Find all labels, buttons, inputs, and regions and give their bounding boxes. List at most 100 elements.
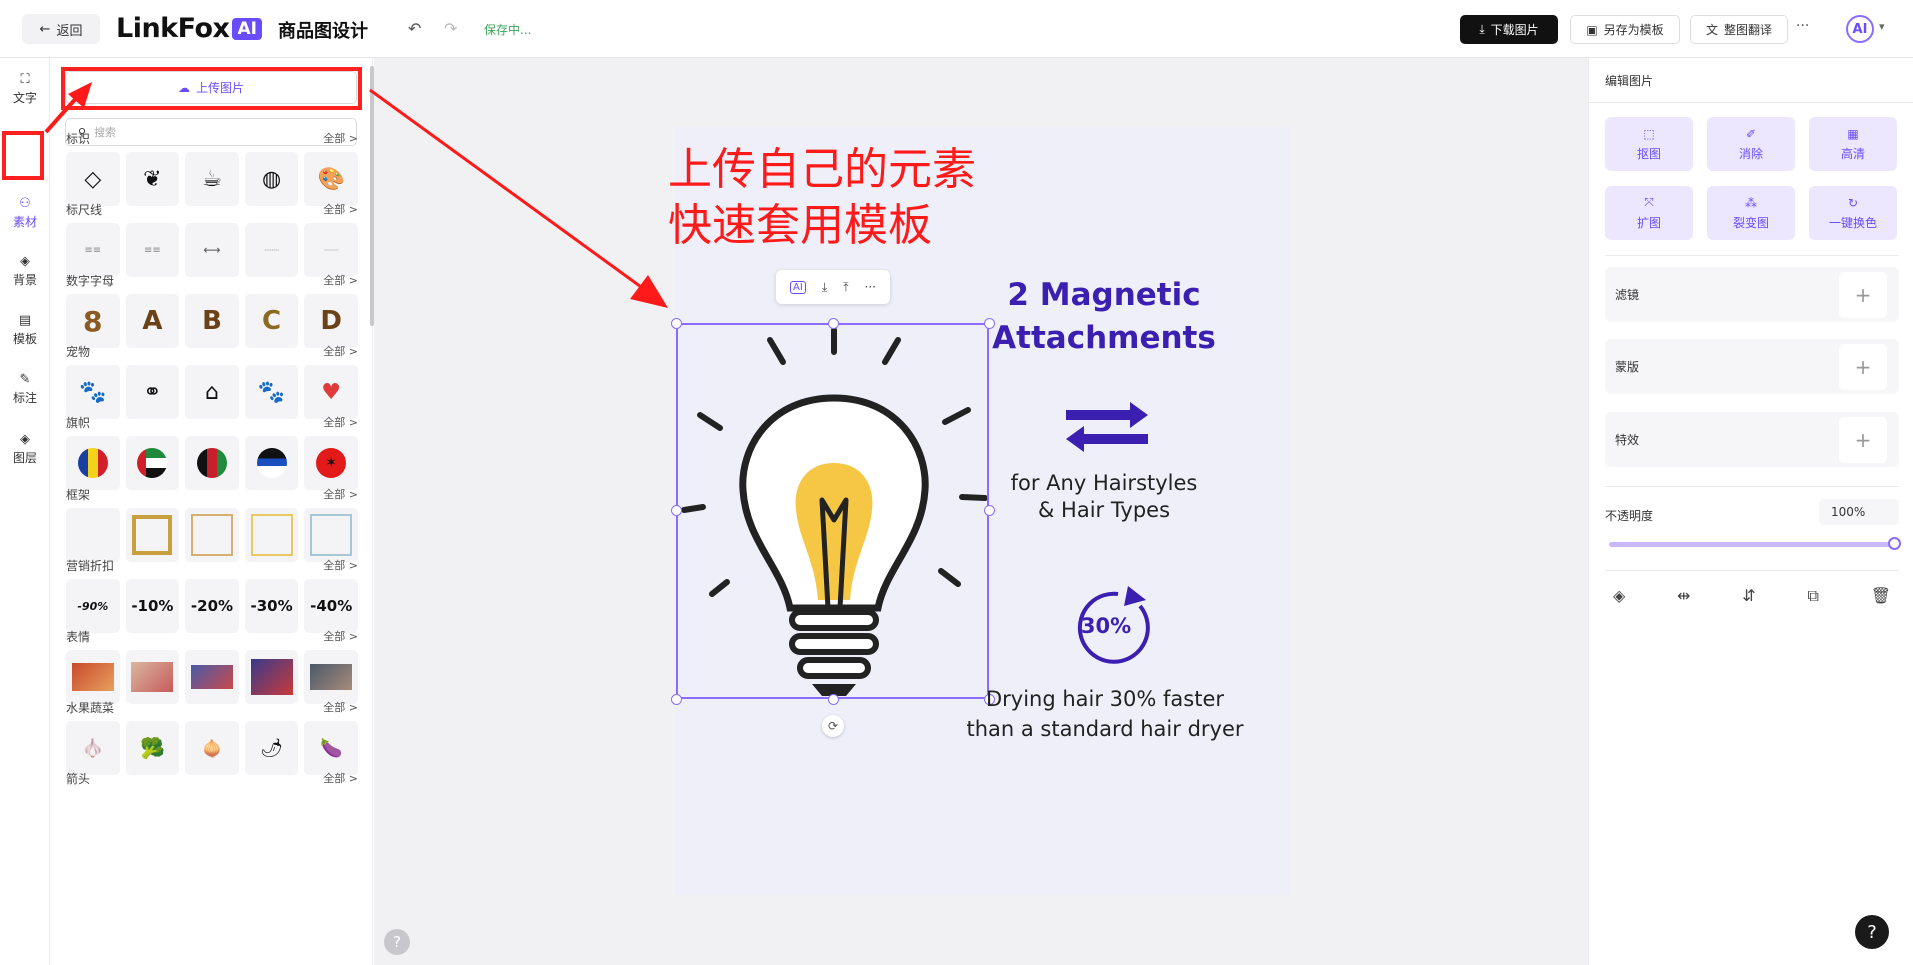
- letter-thumb[interactable]: 8: [66, 294, 120, 348]
- frame-blank-thumb[interactable]: [66, 508, 120, 562]
- dog-bone-icon[interactable]: ⚭: [125, 365, 180, 419]
- opacity-input[interactable]: 100%: [1819, 499, 1899, 525]
- onion-icon[interactable]: 🧅: [185, 721, 239, 775]
- redo-icon[interactable]: ↷: [444, 19, 457, 38]
- rail-item-text[interactable]: ⛶ 文字: [0, 64, 50, 114]
- hd-button[interactable]: ▦ 高清: [1809, 117, 1897, 171]
- rail-item-materials[interactable]: ⚇ 素材: [0, 188, 50, 238]
- rail-item-annotation[interactable]: ✎ 标注: [0, 364, 50, 414]
- rotate-icon[interactable]: ⟳: [822, 715, 844, 737]
- flag-albania-icon[interactable]: ✶: [304, 436, 358, 490]
- palette-icon[interactable]: 🎨: [304, 152, 358, 206]
- rail-item-background[interactable]: ◈ 背景: [0, 246, 50, 296]
- frame-blue-thumb[interactable]: [304, 508, 358, 562]
- dot-line-thumb[interactable]: ┈┈: [244, 223, 299, 277]
- paw-icon[interactable]: 🐾: [66, 365, 120, 419]
- frame-gold-thumb[interactable]: [125, 508, 180, 562]
- frame-yellow-thumb[interactable]: [244, 508, 299, 562]
- discount-thumb[interactable]: -20%: [185, 579, 239, 633]
- rail-item-template[interactable]: ▤ 模板: [0, 305, 50, 355]
- help-icon[interactable]: ?: [384, 929, 410, 955]
- flag-andorra-icon[interactable]: [66, 436, 120, 490]
- resize-handle[interactable]: [671, 694, 682, 705]
- flip-horizontal-icon[interactable]: ⇹: [1677, 586, 1690, 606]
- see-all-link[interactable]: 全部 >: [323, 628, 358, 646]
- broccoli-icon[interactable]: 🥦: [125, 721, 180, 775]
- rail-item-layers[interactable]: ◈ 图层: [0, 424, 50, 474]
- letter-thumb[interactable]: A: [125, 294, 180, 348]
- wave-icon[interactable]: ◍: [244, 152, 299, 206]
- meme-thumb[interactable]: [304, 650, 358, 704]
- resize-handle[interactable]: [671, 505, 682, 516]
- flip-vertical-icon[interactable]: ⇵: [1742, 586, 1755, 606]
- help-icon[interactable]: ?: [1855, 915, 1889, 949]
- avatar[interactable]: AI: [1846, 15, 1874, 43]
- undo-icon[interactable]: ↶: [408, 19, 421, 38]
- selection-box[interactable]: [676, 323, 989, 699]
- flag-antigua-icon[interactable]: [244, 436, 299, 490]
- see-all-link[interactable]: 全部 >: [323, 272, 358, 290]
- letter-thumb[interactable]: C: [244, 294, 299, 348]
- cup-icon[interactable]: ☕: [185, 152, 239, 206]
- download-button[interactable]: ⤓ 下载图片: [1460, 15, 1558, 44]
- discount-thumb[interactable]: -30%: [244, 579, 299, 633]
- add-mask-button[interactable]: +: [1839, 343, 1887, 390]
- meme-thumb[interactable]: [66, 650, 120, 704]
- bring-forward-icon[interactable]: ⤒: [843, 280, 848, 295]
- leaf-icon[interactable]: ❦: [125, 152, 180, 206]
- chevron-down-icon[interactable]: ▾: [1879, 20, 1885, 33]
- save-template-button[interactable]: ▣ 另存为模板: [1570, 15, 1680, 44]
- discount-thumb[interactable]: -90%: [66, 579, 120, 633]
- arrow-line-thumb[interactable]: ⟷: [185, 223, 239, 277]
- more-icon[interactable]: ···: [865, 280, 876, 294]
- eggplant-icon[interactable]: 🍆: [304, 721, 358, 775]
- see-all-link[interactable]: 全部 >: [323, 201, 358, 219]
- flag-uae-icon[interactable]: [125, 436, 180, 490]
- frame-thin-thumb[interactable]: [185, 508, 239, 562]
- flag-afghanistan-icon[interactable]: [185, 436, 239, 490]
- lines-thumb[interactable]: ≡≡: [66, 223, 120, 277]
- see-all-link[interactable]: 全部 >: [323, 557, 358, 575]
- resize-handle[interactable]: [828, 694, 839, 705]
- duplicate-icon[interactable]: ⧉: [1807, 586, 1818, 606]
- diamond-icon[interactable]: ◇: [66, 152, 120, 206]
- paw-large-icon[interactable]: 🐾: [244, 365, 299, 419]
- resize-handle[interactable]: [671, 318, 682, 329]
- trash-icon[interactable]: 🗑: [1871, 586, 1891, 606]
- see-all-link[interactable]: 全部 >: [323, 699, 358, 717]
- lines-thumb[interactable]: ≡≡: [125, 223, 180, 277]
- see-all-link[interactable]: 全部 >: [323, 343, 358, 361]
- cutout-button[interactable]: ⬚ 抠图: [1605, 117, 1693, 171]
- back-button[interactable]: ← 返回: [22, 14, 100, 44]
- more-menu-button[interactable]: ···: [1796, 18, 1809, 34]
- ai-icon[interactable]: AI: [790, 280, 806, 294]
- letter-thumb[interactable]: D: [304, 294, 358, 348]
- erase-button[interactable]: ✐ 消除: [1707, 117, 1795, 171]
- layers-icon[interactable]: ◈: [1613, 586, 1625, 606]
- expand-button[interactable]: ⤧ 扩图: [1605, 186, 1693, 240]
- recolor-button[interactable]: ↻ 一键换色: [1809, 186, 1897, 240]
- discount-thumb[interactable]: -40%: [304, 579, 358, 633]
- thin-line-thumb[interactable]: ──: [304, 223, 358, 277]
- fission-button[interactable]: ⁂ 裂变图: [1707, 186, 1795, 240]
- garlic-icon[interactable]: 🧄: [66, 721, 120, 775]
- heart-paw-icon[interactable]: ♥: [304, 365, 358, 419]
- add-effect-button[interactable]: +: [1839, 416, 1887, 463]
- see-all-link[interactable]: 全部 >: [323, 770, 358, 788]
- letter-thumb[interactable]: B: [185, 294, 239, 348]
- see-all-link[interactable]: 全部 >: [323, 130, 358, 148]
- meme-thumb[interactable]: [125, 650, 180, 704]
- discount-thumb[interactable]: -10%: [125, 579, 180, 633]
- opacity-slider-knob[interactable]: [1888, 537, 1901, 550]
- align-bottom-icon[interactable]: ⤓: [822, 280, 827, 295]
- chili-icon[interactable]: 🌶: [244, 721, 299, 775]
- meme-thumb[interactable]: [185, 650, 239, 704]
- resize-handle[interactable]: [828, 318, 839, 329]
- see-all-link[interactable]: 全部 >: [323, 414, 358, 432]
- see-all-link[interactable]: 全部 >: [323, 486, 358, 504]
- add-filter-button[interactable]: +: [1839, 271, 1887, 318]
- opacity-slider[interactable]: [1609, 542, 1893, 547]
- pet-house-icon[interactable]: ⌂: [185, 365, 239, 419]
- meme-thumb[interactable]: [244, 650, 299, 704]
- translate-button[interactable]: 文 整图翻译: [1690, 15, 1788, 44]
